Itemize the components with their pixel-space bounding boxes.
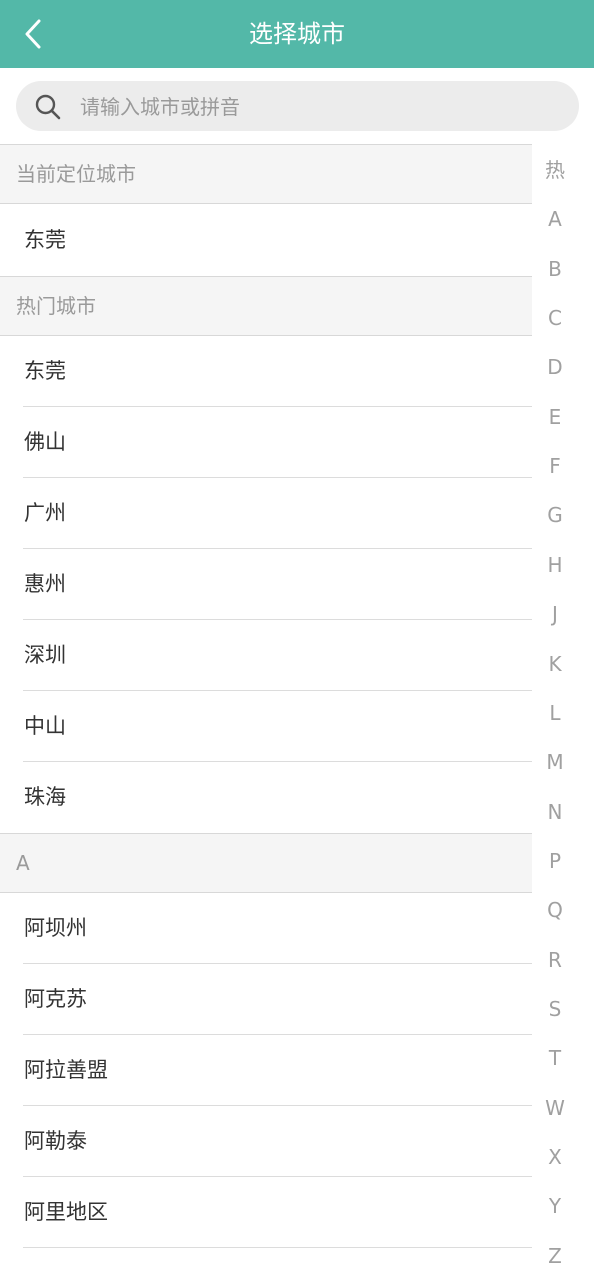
- index-letter[interactable]: M: [532, 744, 578, 780]
- list-item[interactable]: 阿坝州: [0, 893, 532, 964]
- index-letter[interactable]: K: [532, 646, 578, 682]
- index-letter[interactable]: N: [532, 794, 578, 830]
- search-input[interactable]: [78, 81, 562, 133]
- list-item[interactable]: 中山: [0, 691, 532, 762]
- list-item[interactable]: 阿拉善盟: [0, 1035, 532, 1106]
- list-item[interactable]: 阿勒泰: [0, 1106, 532, 1177]
- index-letter[interactable]: B: [532, 251, 578, 287]
- index-letter[interactable]: W: [532, 1090, 578, 1126]
- list-item[interactable]: 阿里地区: [0, 1177, 532, 1248]
- list-item[interactable]: 珠海: [0, 762, 532, 833]
- index-letter[interactable]: T: [532, 1040, 578, 1076]
- list-item[interactable]: 惠州: [0, 549, 532, 620]
- index-letter[interactable]: E: [532, 399, 578, 435]
- index-letter[interactable]: Z: [532, 1238, 578, 1274]
- index-letter[interactable]: X: [532, 1139, 578, 1175]
- index-letter[interactable]: S: [532, 991, 578, 1027]
- list-item[interactable]: 东莞: [0, 336, 532, 407]
- section-header-hot: 热门城市: [0, 276, 532, 336]
- list-item[interactable]: 广州: [0, 478, 532, 549]
- index-letter[interactable]: F: [532, 448, 578, 484]
- section-header-a: A: [0, 833, 532, 893]
- list-item[interactable]: 深圳: [0, 620, 532, 691]
- page-title: 选择城市: [249, 20, 345, 48]
- city-list[interactable]: 当前定位城市 东莞 热门城市 东莞 佛山 广州 惠州 深圳 中山 珠海 A 阿坝…: [0, 144, 532, 1280]
- index-letter[interactable]: H: [532, 547, 578, 583]
- index-letter[interactable]: Q: [532, 892, 578, 928]
- index-letter[interactable]: R: [532, 942, 578, 978]
- index-letter[interactable]: A: [532, 201, 578, 237]
- index-letter[interactable]: L: [532, 695, 578, 731]
- index-letter[interactable]: D: [532, 349, 578, 385]
- list-item[interactable]: 东莞: [0, 204, 532, 276]
- index-letter[interactable]: C: [532, 300, 578, 336]
- index-letter[interactable]: 热: [532, 152, 578, 188]
- list-item[interactable]: 阿克苏: [0, 964, 532, 1035]
- list-item[interactable]: 佛山: [0, 407, 532, 478]
- search-icon: [35, 94, 61, 120]
- search-bar: [0, 68, 594, 144]
- app-header: 选择城市: [0, 0, 594, 68]
- search-box[interactable]: [16, 81, 579, 133]
- index-letter[interactable]: P: [532, 843, 578, 879]
- alphabet-index-bar[interactable]: 热ABCDEFGHJKLMNPQRSTWXYZ: [532, 144, 578, 1280]
- index-letter[interactable]: J: [532, 596, 578, 632]
- index-letter[interactable]: Y: [532, 1188, 578, 1224]
- section-header-current: 当前定位城市: [0, 144, 532, 204]
- index-letter[interactable]: G: [532, 497, 578, 533]
